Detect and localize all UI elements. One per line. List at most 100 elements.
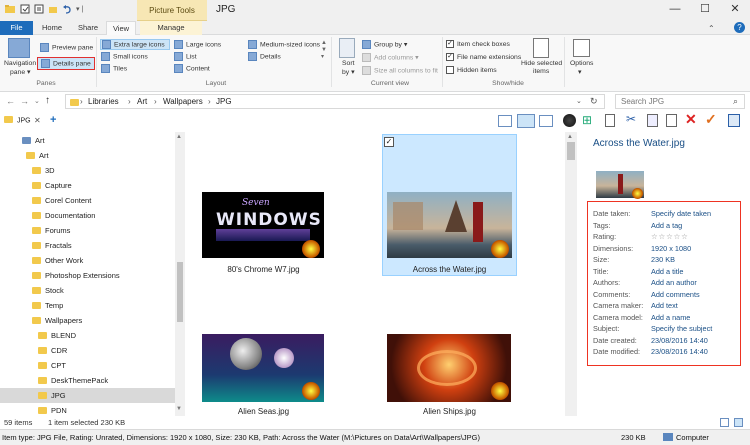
options-dropdown[interactable]: ▾: [578, 68, 581, 76]
qat-dropdown-icon[interactable]: ▾ |: [76, 5, 83, 13]
navigation-pane-icon[interactable]: [8, 38, 30, 58]
detail-value[interactable]: Add an author: [651, 278, 697, 287]
detail-value[interactable]: 1920 x 1080: [651, 244, 691, 253]
nav-item[interactable]: JPG: [0, 388, 175, 403]
size-columns-button[interactable]: Size all columns to fit: [362, 66, 438, 75]
nav-item[interactable]: Temp: [0, 298, 175, 313]
properties-icon[interactable]: [728, 114, 740, 127]
group-by-button[interactable]: Group by ▾: [362, 40, 407, 49]
file-name[interactable]: Alien Seas.jpg: [196, 407, 331, 416]
item-check-boxes-toggle[interactable]: ✓ Item check boxes: [446, 40, 510, 48]
document-icon[interactable]: [605, 114, 615, 127]
cut-icon[interactable]: ✂: [626, 112, 636, 126]
detail-value[interactable]: Add a tag: [651, 221, 682, 230]
help-icon[interactable]: ?: [734, 22, 745, 33]
tab-manage[interactable]: Manage: [140, 21, 202, 35]
nav-item[interactable]: Art: [0, 148, 175, 163]
nav-item[interactable]: Photoshop Extensions: [0, 268, 175, 283]
details-view-button[interactable]: Details: [248, 52, 281, 61]
nav-scrollbar[interactable]: ▲ ▼: [175, 132, 185, 416]
nav-item[interactable]: Stock: [0, 283, 175, 298]
nav-item[interactable]: BLEND: [0, 328, 175, 343]
nav-item[interactable]: Documentation: [0, 208, 175, 223]
tab-view[interactable]: View: [106, 21, 136, 36]
detail-value[interactable]: Specify date taken: [651, 209, 711, 218]
nav-item[interactable]: Fractals: [0, 238, 175, 253]
file-name[interactable]: 80's Chrome W7.jpg: [196, 265, 331, 274]
windows-icon[interactable]: ⊞: [582, 113, 592, 127]
large-icons-button[interactable]: Large icons: [174, 40, 221, 49]
thumbnail-alien-seas[interactable]: [202, 334, 324, 402]
item-checkbox-icon[interactable]: ✓: [384, 137, 394, 147]
paste-icon[interactable]: [666, 114, 677, 127]
address-dropdown-icon[interactable]: ⌄: [576, 97, 582, 105]
view-toggle-2-icon[interactable]: [517, 114, 535, 128]
nav-item[interactable]: DeskThemePack: [0, 373, 175, 388]
layout-scroll-arrows[interactable]: ▲ ▼ ▾: [321, 40, 327, 61]
nav-scrollbar-thumb[interactable]: [177, 262, 183, 322]
delete-icon[interactable]: ✕: [685, 111, 697, 128]
view-toggle-1-icon[interactable]: [498, 115, 512, 127]
close-button[interactable]: ✕: [720, 0, 750, 21]
detail-value[interactable]: Add a name: [651, 313, 690, 322]
tab-share[interactable]: Share: [72, 21, 104, 35]
thumbnail-across-the-water[interactable]: [387, 192, 512, 258]
navigation-pane-dropdown[interactable]: pane ▾: [10, 68, 30, 76]
disc-icon[interactable]: [563, 114, 576, 127]
details-view-status-icon[interactable]: [720, 418, 729, 427]
extra-large-icons-button[interactable]: Extra large icons: [100, 39, 170, 50]
thumbnail-80s-chrome[interactable]: Seven WINDOWS: [202, 192, 324, 258]
close-pin-icon[interactable]: ✕: [34, 116, 41, 125]
minimize-button[interactable]: —: [660, 0, 690, 21]
content-button[interactable]: Content: [174, 64, 210, 73]
scroll-up-icon[interactable]: ▲: [176, 134, 182, 140]
hide-selected-icon[interactable]: [533, 38, 549, 58]
hide-selected-button[interactable]: Hide selected: [521, 60, 562, 67]
detail-value[interactable]: 23/08/2016 14:40: [651, 336, 708, 345]
nav-item[interactable]: 3D: [0, 163, 175, 178]
add-pin-icon[interactable]: +: [50, 114, 56, 126]
detail-value[interactable]: Add text: [651, 301, 678, 310]
maximize-button[interactable]: ☐: [690, 0, 720, 21]
detail-value[interactable]: Specify the subject: [651, 324, 712, 333]
detail-value[interactable]: ☆☆☆☆☆: [651, 232, 689, 241]
preview-pane-button[interactable]: Preview pane: [40, 43, 93, 52]
thumbnail-alien-ships[interactable]: [387, 334, 511, 402]
detail-value[interactable]: Add a title: [651, 267, 683, 276]
detail-value[interactable]: 23/08/2016 14:40: [651, 347, 708, 356]
nav-item[interactable]: Capture: [0, 178, 175, 193]
breadcrumb-wallpapers[interactable]: Wallpapers: [163, 97, 203, 106]
new-folder-icon[interactable]: [48, 4, 58, 14]
hidden-items-toggle[interactable]: Hidden items: [446, 66, 497, 74]
details-pane-button[interactable]: Details pane: [37, 57, 95, 70]
nav-item[interactable]: Other Work: [0, 253, 175, 268]
detail-value[interactable]: 230 KB: [651, 255, 675, 264]
file-name[interactable]: Across the Water.jpg: [382, 265, 517, 274]
forward-arrow-icon[interactable]: →: [20, 96, 29, 106]
tab-home[interactable]: Home: [36, 21, 68, 35]
checkbox-icon[interactable]: [20, 4, 30, 14]
options-icon[interactable]: [573, 39, 590, 57]
files-scrollbar[interactable]: ▲: [565, 132, 577, 416]
tab-file[interactable]: File: [0, 21, 33, 35]
list-button[interactable]: List: [174, 52, 197, 61]
refresh-icon[interactable]: ↻: [590, 96, 598, 107]
undo-icon[interactable]: [62, 4, 72, 14]
up-arrow-icon[interactable]: ↑: [45, 95, 50, 106]
detail-value[interactable]: Add comments: [651, 290, 700, 299]
breadcrumb-art[interactable]: Art: [137, 97, 147, 106]
add-columns-button[interactable]: Add columns ▾: [362, 53, 419, 62]
copy-icon[interactable]: [647, 114, 658, 127]
nav-item[interactable]: CDR: [0, 343, 175, 358]
medium-icons-button[interactable]: Medium-sized icons: [248, 40, 320, 49]
options-button[interactable]: Options: [570, 60, 593, 67]
large-icons-status-icon[interactable]: [734, 418, 743, 427]
file-name[interactable]: Alien Ships.jpg: [382, 407, 517, 416]
search-input[interactable]: Search JPG ⌕: [615, 94, 745, 109]
file-name-extensions-toggle[interactable]: ✓ File name extensions: [446, 53, 521, 61]
breadcrumb-libraries[interactable]: Libraries: [88, 97, 119, 106]
checkmark-icon[interactable]: ✓: [705, 111, 717, 128]
nav-item[interactable]: Corel Content: [0, 193, 175, 208]
small-icons-button[interactable]: Small icons: [101, 52, 148, 61]
navigation-pane-button[interactable]: Navigation: [4, 60, 36, 67]
